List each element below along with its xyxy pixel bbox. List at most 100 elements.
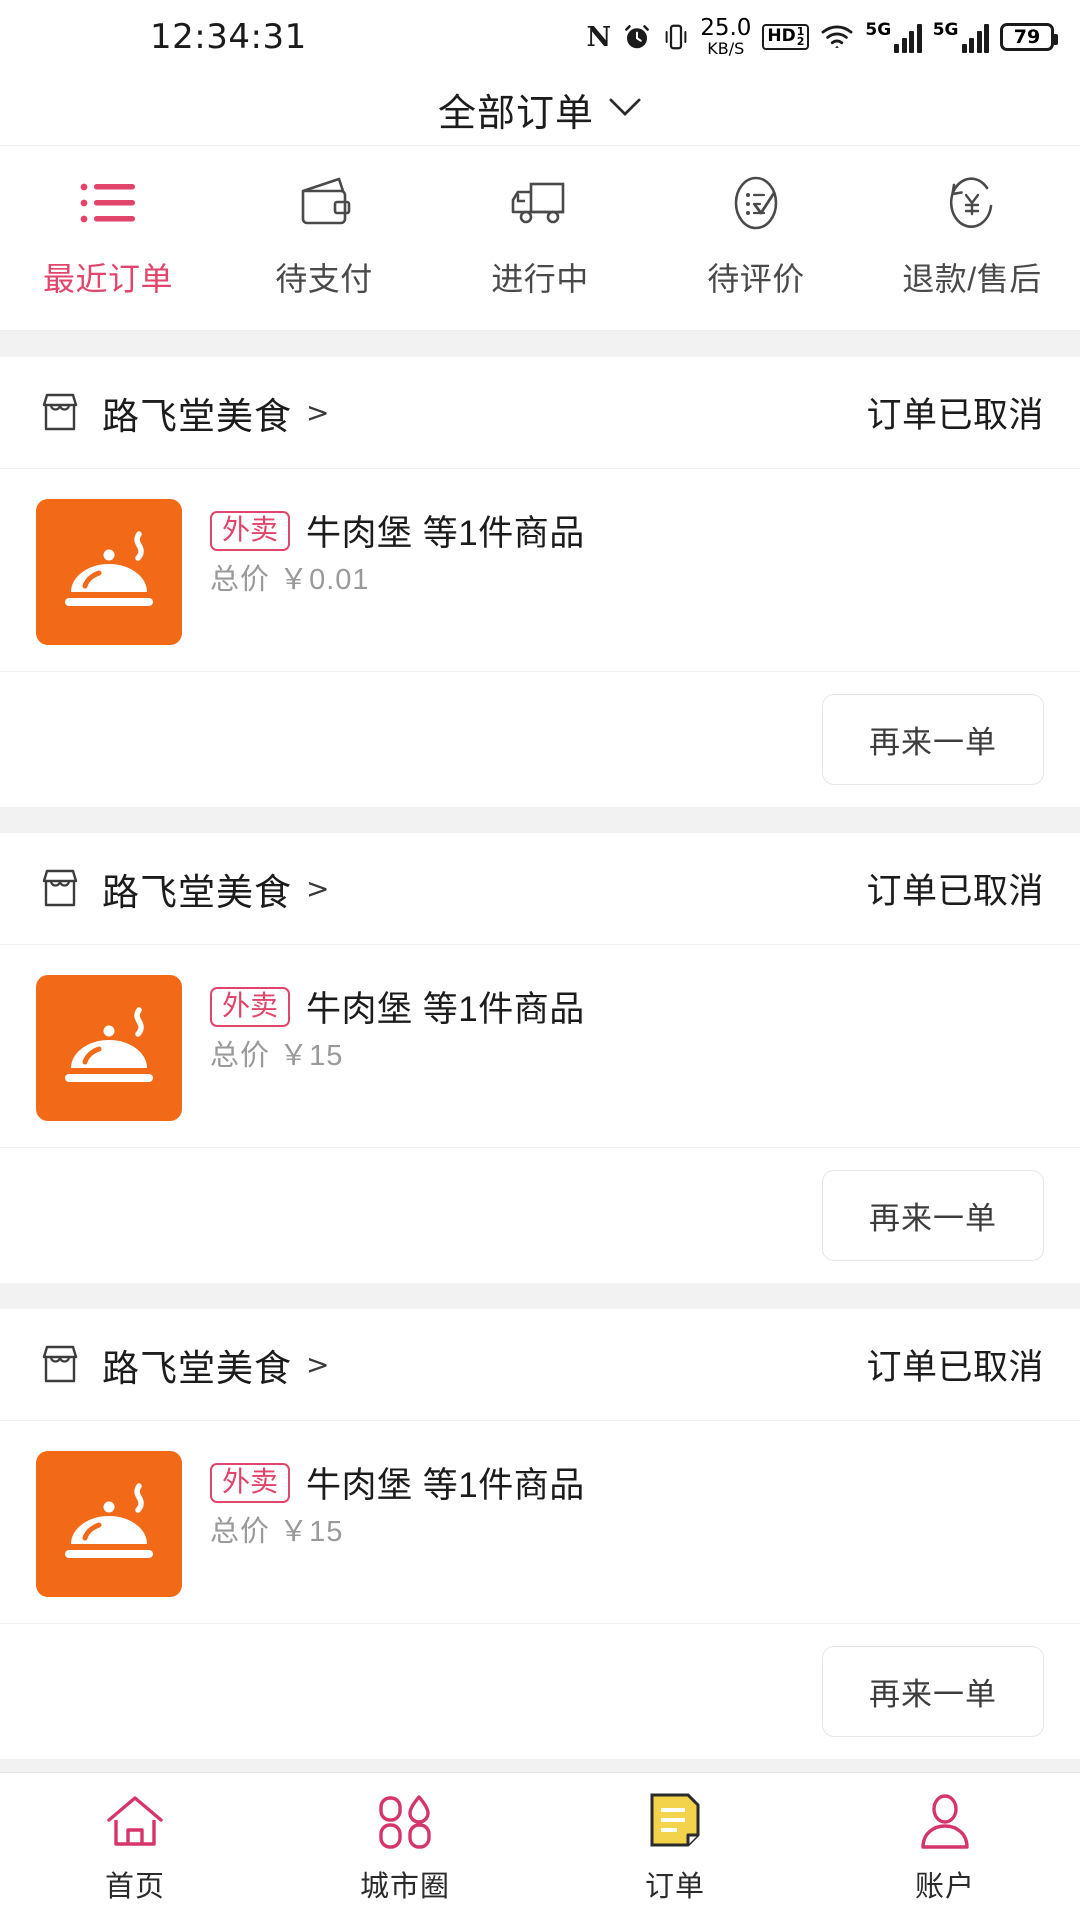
reorder-button[interactable]: 再来一单 [822,1170,1044,1261]
reorder-button[interactable]: 再来一单 [822,694,1044,785]
home-icon [104,1789,166,1855]
sim1-network-label: 5G [865,19,892,40]
wallet-icon [293,172,355,234]
network-speed-unit: KB/S [707,39,745,58]
nav-account[interactable]: 账户 [810,1789,1080,1905]
network-speed-indicator: 25.0 KB/S [700,17,751,57]
network-speed-value: 25.0 [700,15,752,41]
tab-in-progress[interactable]: 进行中 [432,172,648,300]
order-price-value: 15 [309,1516,344,1548]
order-list[interactable]: 路飞堂美食 > 订单已取消 外卖 牛肉堡 等1件商品 总价 ￥0.01 再来一单… [0,331,1080,1772]
order-goods-summary: 牛肉堡 等1件商品 [306,1466,585,1505]
order-card-body[interactable]: 外卖 牛肉堡 等1件商品 总价 ￥15 [0,1421,1080,1623]
storefront-icon [36,1341,84,1389]
order-price-value: 0.01 [309,564,370,596]
nav-city-circle-label: 城市圈 [359,1870,450,1903]
list-separator [0,807,1080,833]
nfc-icon: N [586,21,612,53]
order-goods-summary: 牛肉堡 等1件商品 [306,514,585,553]
tab-refund-aftersale[interactable]: 退款/售后 [864,172,1080,300]
order-item-title-row: 外卖 牛肉堡 等1件商品 [210,981,1044,1032]
order-currency-symbol: ￥ [279,564,310,596]
vibrate-icon [663,22,689,52]
order-status: 订单已取消 [866,872,1044,911]
nav-city-circle[interactable]: 城市圈 [270,1789,540,1905]
order-price-value: 15 [309,1040,344,1072]
list-top-spacer [0,331,1080,357]
storefront-icon [36,865,84,913]
order-card-footer: 再来一单 [0,1623,1080,1759]
order-item-info: 外卖 牛肉堡 等1件商品 总价 ￥15 [210,1451,1044,1597]
tab-recent-orders-label: 最近订单 [42,261,173,297]
tab-pending-payment[interactable]: 待支付 [216,172,432,300]
order-card-footer: 再来一单 [0,1147,1080,1283]
order-doc-icon [646,1789,704,1855]
order-card[interactable]: 路飞堂美食 > 订单已取消 外卖 牛肉堡 [0,833,1080,1283]
order-status: 订单已取消 [866,1348,1044,1387]
account-person-icon [916,1789,974,1855]
list-icon [77,172,139,234]
nav-orders[interactable]: 订单 [540,1789,810,1905]
order-card-body[interactable]: 外卖 牛肉堡 等1件商品 总价 ￥15 [0,945,1080,1147]
nav-orders-label: 订单 [644,1870,705,1903]
shop-name: 路飞堂美食 [102,1347,292,1389]
hd-label: HD [767,26,796,47]
nav-home[interactable]: 首页 [0,1789,270,1905]
order-card[interactable]: 路飞堂美食 > 订单已取消 外卖 牛肉堡 [0,1309,1080,1759]
order-card-header[interactable]: 路飞堂美食 > 订单已取消 [0,833,1080,945]
nav-account-label: 账户 [914,1870,975,1903]
battery-level-label: 79 [1013,26,1041,48]
order-card-header[interactable]: 路飞堂美食 > 订单已取消 [0,357,1080,469]
delivery-badge: 外卖 [210,510,291,551]
chevron-right-icon[interactable]: > [306,872,329,905]
list-separator [0,1283,1080,1309]
chevron-down-icon[interactable] [608,96,642,123]
truck-icon [505,172,575,234]
alarm-icon [622,22,652,52]
shop-name: 路飞堂美食 [102,871,292,913]
order-card-body[interactable]: 外卖 牛肉堡 等1件商品 总价 ￥0.01 [0,469,1080,671]
order-total-price-label: 总价 [210,1516,271,1548]
tab-recent-orders[interactable]: 最近订单 [0,172,216,300]
order-item-title-row: 外卖 牛肉堡 等1件商品 [210,1457,1044,1508]
order-card-footer: 再来一单 [0,671,1080,807]
review-icon [725,172,787,234]
page-title-bar[interactable]: 全部订单 [0,74,1080,146]
status-bar-icons: N 25.0 KB/S HD 1 2 5G 5G 79 [586,0,1058,74]
wifi-icon [820,23,854,51]
refund-icon [941,172,1003,234]
order-card-header[interactable]: 路飞堂美食 > 订单已取消 [0,1309,1080,1421]
chevron-right-icon[interactable]: > [306,396,329,429]
shop-name: 路飞堂美食 [102,395,292,437]
reorder-button[interactable]: 再来一单 [822,1646,1044,1737]
order-total-price-label: 总价 [210,1040,271,1072]
order-currency-symbol: ￥ [279,1040,310,1072]
order-total-price: 总价 ￥0.01 [210,564,370,596]
battery-icon: 79 [1000,23,1058,51]
order-card[interactable]: 路飞堂美食 > 订单已取消 外卖 牛肉堡 [0,357,1080,807]
chevron-right-icon[interactable]: > [306,1348,329,1381]
tab-pending-review[interactable]: 待评价 [648,172,864,300]
hd-sim2-label: 2 [796,35,805,48]
tab-pending-review-label: 待评价 [707,261,805,297]
order-total-price-label: 总价 [210,564,271,596]
order-goods-summary: 牛肉堡 等1件商品 [306,990,585,1029]
order-status: 订单已取消 [866,396,1044,435]
order-total-price: 总价 ￥15 [210,1516,343,1548]
food-cloche-icon [36,1451,182,1597]
sim2-signal-bars [961,23,989,53]
status-bar: 12:34:31 N 25.0 KB/S HD 1 2 5G 5G 79 [0,0,1080,74]
sim1-signal-icon: 5G [865,19,922,53]
order-currency-symbol: ￥ [279,1516,310,1548]
tab-refund-aftersale-label: 退款/售后 [902,261,1042,297]
storefront-icon [36,389,84,437]
sim2-network-label: 5G [932,19,959,40]
order-item-title-row: 外卖 牛肉堡 等1件商品 [210,505,1044,556]
tab-pending-payment-label: 待支付 [275,261,373,297]
hd-voice-icon: HD 1 2 [762,23,810,51]
delivery-badge: 外卖 [210,1462,291,1503]
bottom-navigation: 首页 城市圈 订单 账户 [0,1772,1080,1920]
sim2-signal-icon: 5G [932,19,989,53]
order-item-info: 外卖 牛肉堡 等1件商品 总价 ￥0.01 [210,499,1044,645]
order-total-price: 总价 ￥15 [210,1040,343,1072]
